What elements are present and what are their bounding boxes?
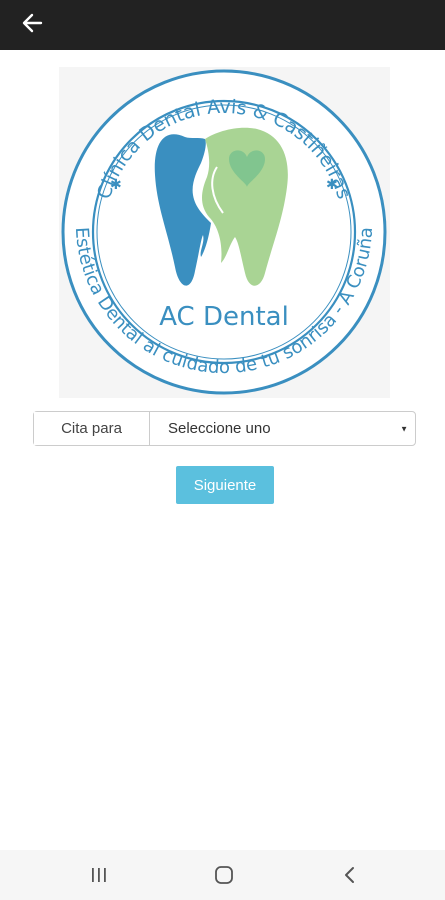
caret-down-icon: ▼ bbox=[400, 424, 408, 433]
system-back-button[interactable] bbox=[335, 860, 365, 890]
next-button[interactable]: Siguiente bbox=[176, 466, 274, 504]
select-value: Seleccione uno bbox=[168, 420, 271, 437]
arrow-left-icon bbox=[22, 13, 43, 33]
appointment-type-label: Cita para bbox=[34, 412, 150, 445]
recents-icon bbox=[92, 868, 106, 882]
appointment-type-select[interactable]: Seleccione uno ▼ bbox=[150, 412, 415, 445]
system-back-icon bbox=[345, 867, 354, 883]
brand-name: AC Dental bbox=[159, 302, 289, 332]
app-bar bbox=[0, 0, 445, 50]
svg-text:✱: ✱ bbox=[110, 177, 122, 193]
home-button[interactable] bbox=[209, 860, 239, 890]
home-icon bbox=[215, 866, 233, 884]
system-nav-bar bbox=[0, 850, 445, 900]
clinic-logo: Clínica Dental Avis & Castiñeiras Estéti… bbox=[59, 67, 390, 398]
back-button[interactable] bbox=[14, 5, 50, 41]
tooth-icon bbox=[154, 127, 288, 286]
appointment-type-group: Cita para Seleccione uno ▼ bbox=[33, 411, 416, 446]
svg-text:✱: ✱ bbox=[326, 177, 338, 193]
recents-button[interactable] bbox=[84, 860, 114, 890]
